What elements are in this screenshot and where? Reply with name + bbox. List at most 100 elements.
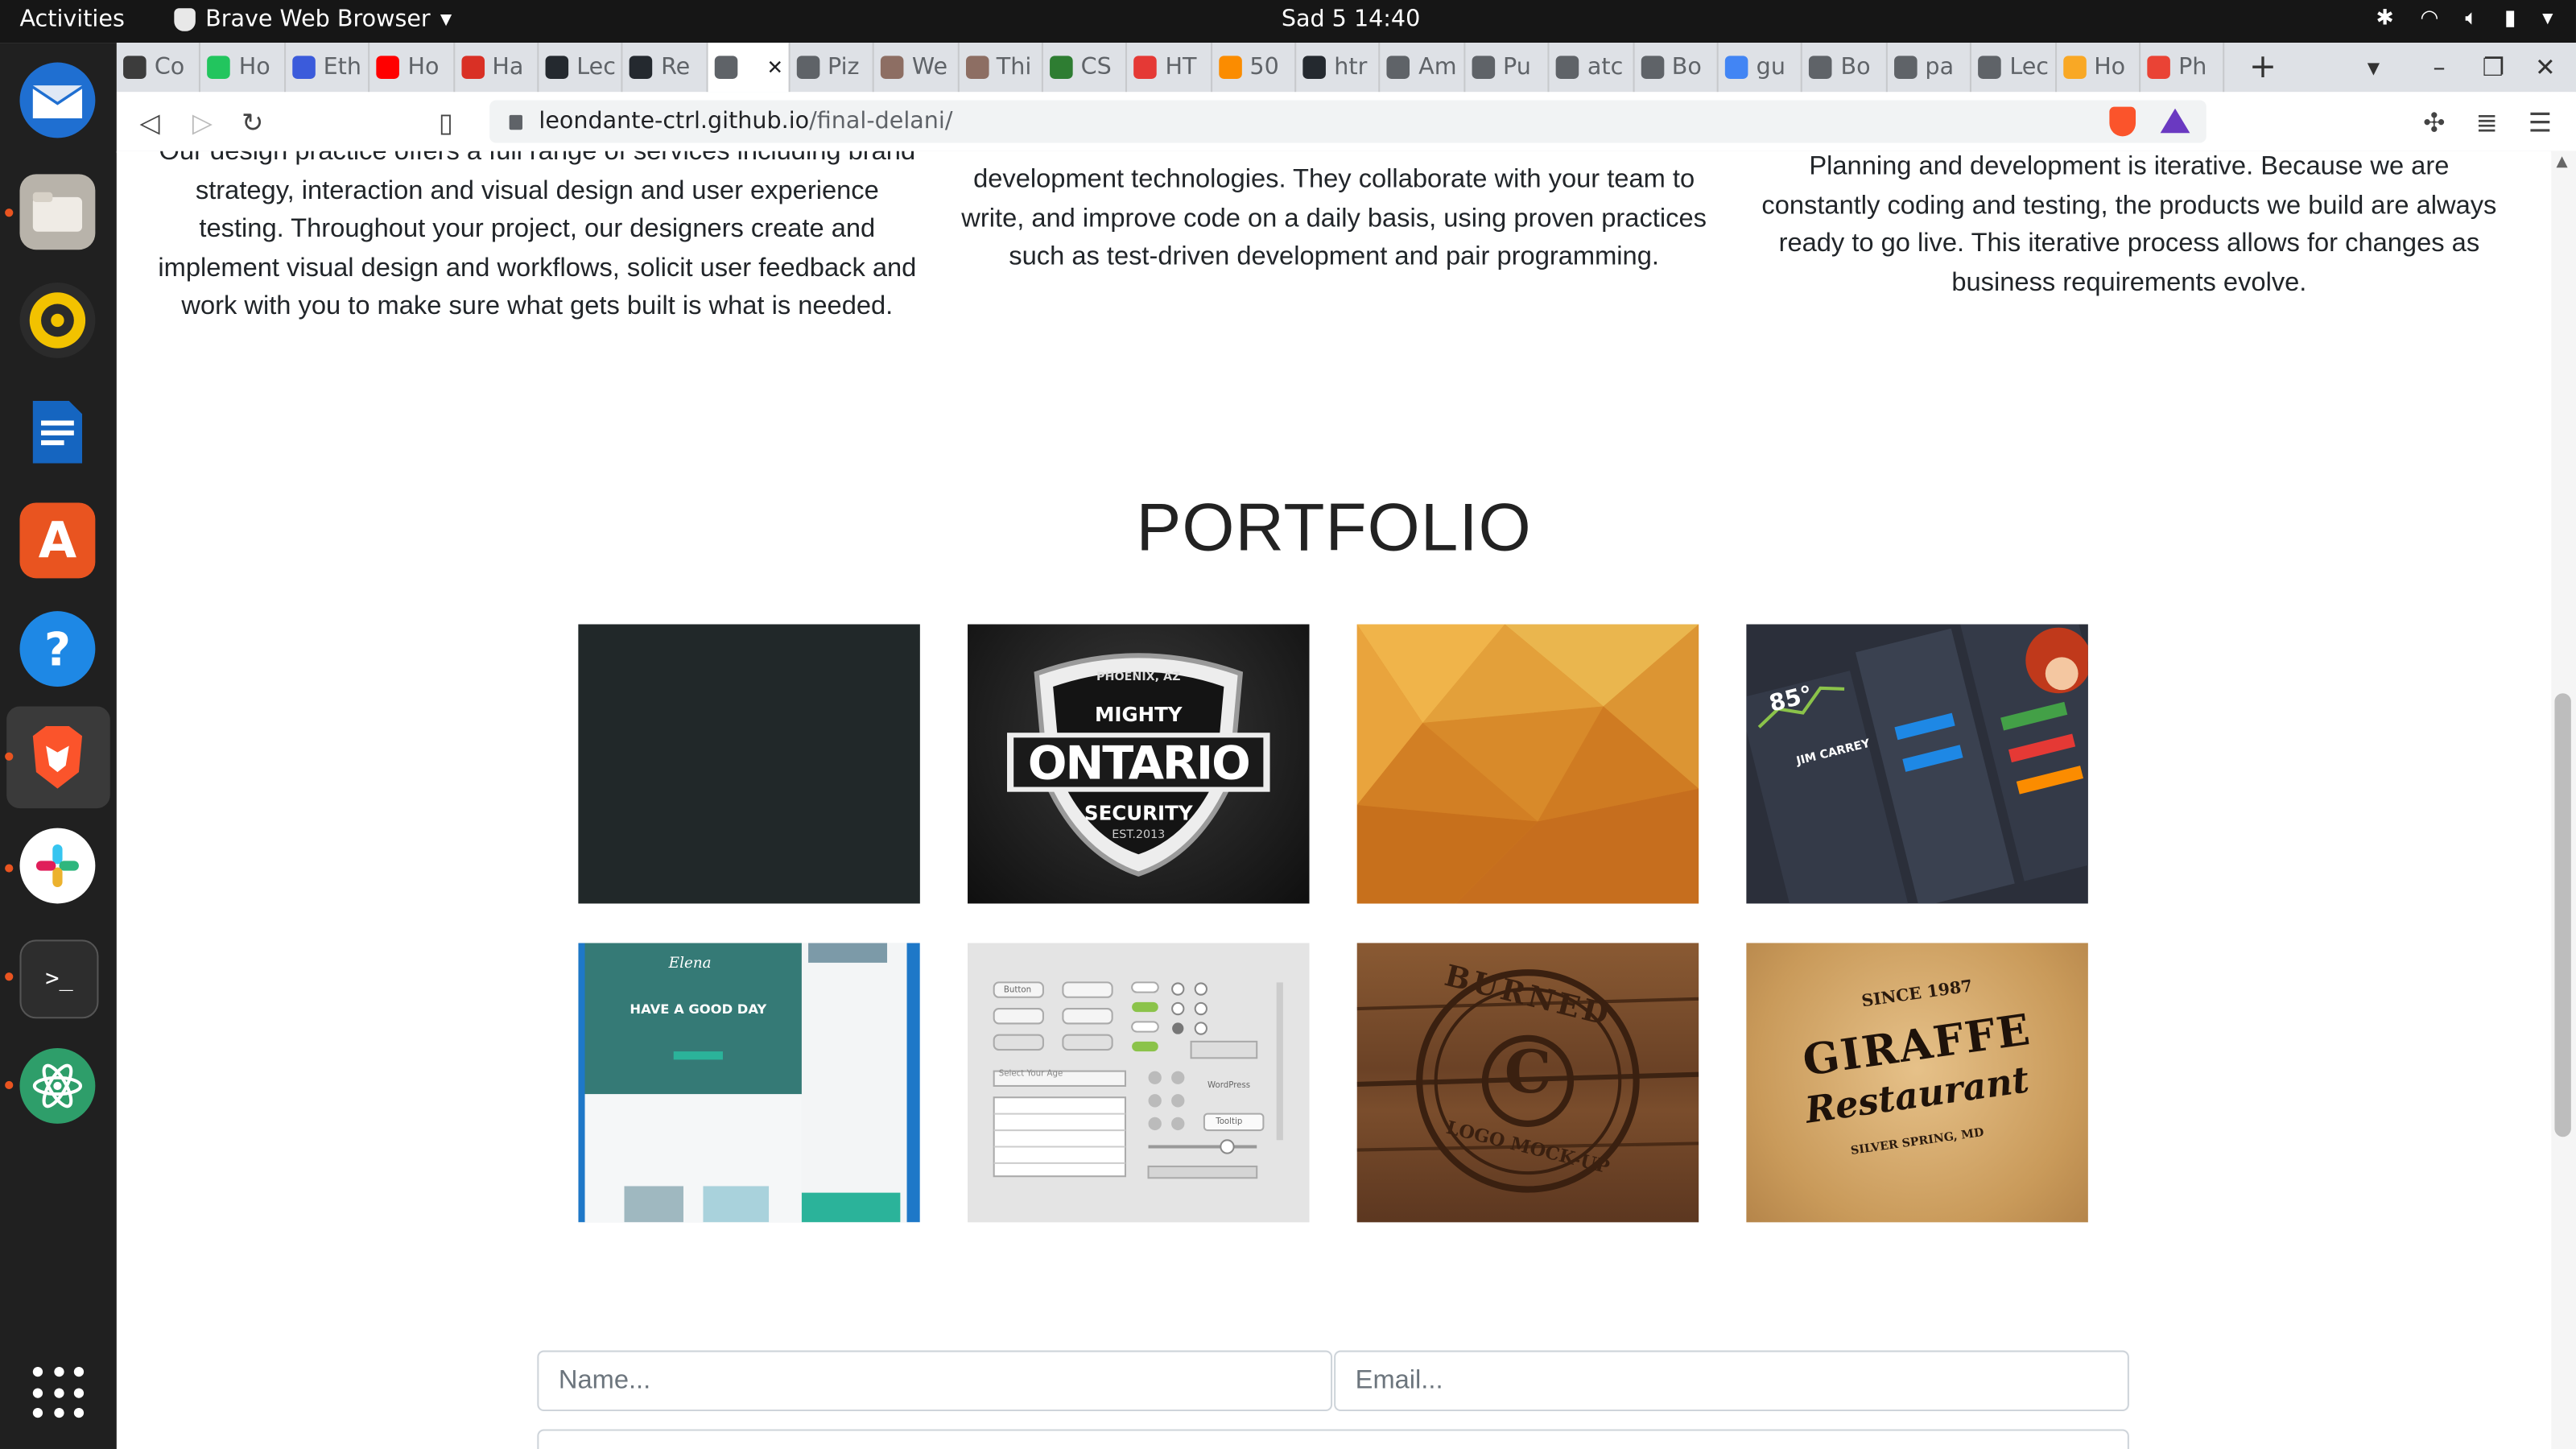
running-indicator <box>5 864 14 873</box>
portfolio-item-dark[interactable] <box>578 624 920 904</box>
browser-tab[interactable]: CS <box>1043 43 1128 93</box>
portfolio-item-ontario[interactable]: PHOENIX, AZ MIGHTY ONTARIO SECURITY EST.… <box>968 624 1310 904</box>
portfolio-item-dashboard[interactable]: 85° JIM CARREY <box>1746 624 2088 904</box>
brave-shields-icon[interactable] <box>2109 106 2136 137</box>
browser-tab[interactable]: Co <box>117 43 201 93</box>
scroll-up-arrow[interactable]: ▲ <box>2556 155 2567 171</box>
running-indicator <box>5 972 14 981</box>
browser-tab[interactable]: Lec <box>1971 43 2057 93</box>
files-icon[interactable] <box>19 174 96 250</box>
tab-search-icon[interactable]: ▾ <box>2368 52 2380 82</box>
browser-tab[interactable]: pa <box>1887 43 1972 93</box>
new-tab-button[interactable]: + <box>2249 46 2277 85</box>
app-menu[interactable]: Brave Web Browser ▾ <box>174 6 452 33</box>
maximize-button[interactable]: ❐ <box>2483 52 2504 82</box>
portfolio-title: PORTFOLIO <box>1136 489 1532 566</box>
forward-button[interactable]: ▷ <box>192 107 213 138</box>
atom-icon[interactable] <box>19 1048 96 1124</box>
browser-tab[interactable]: Pu <box>1465 43 1550 93</box>
tab-label: htr <box>1334 54 1368 80</box>
browser-tab[interactable]: htr <box>1296 43 1381 93</box>
browser-tab[interactable]: atc <box>1550 43 1634 93</box>
writer-icon[interactable] <box>19 394 95 470</box>
tab-favicon-icon <box>714 56 737 79</box>
portfolio-item-giraffe[interactable]: SINCE 1987 GIRAFFE Restaurant SILVER SPR… <box>1746 943 2088 1223</box>
portfolio-item-polygon[interactable] <box>1356 624 1699 904</box>
tab-favicon-icon <box>1893 56 1918 79</box>
menu-icon[interactable]: ☰ <box>2529 107 2552 138</box>
help-icon[interactable]: ? <box>19 611 96 687</box>
browser-tab[interactable]: Ha <box>454 43 539 93</box>
browser-tab[interactable]: Eth <box>286 43 370 93</box>
reload-button[interactable]: ↻ <box>242 107 263 138</box>
browser-tab[interactable]: Piz <box>790 43 874 93</box>
tab-label: Co <box>154 54 185 80</box>
terminal-icon[interactable]: >_ <box>19 939 99 1019</box>
tab-favicon-icon <box>796 56 819 79</box>
email-input[interactable] <box>1334 1350 2129 1412</box>
close-tab-icon[interactable]: ✕ <box>767 56 784 79</box>
back-button[interactable]: ◁ <box>139 107 159 138</box>
brave-rewards-icon[interactable] <box>2160 108 2190 134</box>
portfolio-item-website[interactable]: Elena HAVE A GOOD DAY <box>578 943 920 1223</box>
browser-tab[interactable]: 50 <box>1212 43 1297 93</box>
show-apps-icon[interactable] <box>32 1366 85 1419</box>
browser-tab[interactable]: Ho <box>2056 43 2141 93</box>
brave-dock-icon[interactable] <box>19 720 95 795</box>
bookmark-icon[interactable]: ▯ <box>439 107 453 138</box>
address-bar[interactable]: leondante-ctrl.github.io/final-delani/ <box>489 100 2207 143</box>
browser-tab[interactable]: Am <box>1381 43 1466 93</box>
tab-favicon-icon <box>881 56 904 79</box>
chevron-down-icon: ▾ <box>440 6 452 33</box>
system-tray[interactable]: ✱ ◠ 🔈︎ ▮ ▾ <box>2376 6 2553 31</box>
burned-letter: C <box>1504 1038 1552 1108</box>
rhythmbox-icon[interactable] <box>19 283 96 358</box>
tab-favicon-icon <box>1724 56 1748 79</box>
browser-tab[interactable]: Re <box>623 43 708 93</box>
browser-tab[interactable]: Ho <box>370 43 455 93</box>
activities-button[interactable]: Activities <box>19 6 124 33</box>
portfolio-item-ui-kit[interactable]: Select Your Age WordPress Tooltip Button <box>968 943 1310 1223</box>
portfolio-item-burned[interactable]: BURNED C LOGO MOCK-UP <box>1356 943 1699 1223</box>
service-management-text: Planning and development is iterative. B… <box>1761 152 2497 297</box>
tab-favicon-icon <box>207 56 231 79</box>
name-input[interactable] <box>537 1350 1333 1412</box>
browser-tab[interactable]: Bo <box>1634 43 1719 93</box>
wifi-icon: ◠ <box>2420 6 2439 31</box>
browser-tab[interactable]: HT <box>1128 43 1212 93</box>
tab-favicon-icon <box>1809 56 1833 79</box>
tab-label: Bo <box>1671 54 1702 80</box>
browser-tab[interactable]: gu <box>1719 43 1803 93</box>
browser-tab[interactable]: Lec <box>539 43 624 93</box>
browser-tab[interactable]: Ph <box>2140 43 2226 93</box>
lock-icon <box>509 114 522 130</box>
website-heading: HAVE A GOOD DAY <box>630 1001 767 1018</box>
tab-favicon-icon <box>1978 56 2002 79</box>
ui-kit-art <box>993 981 1283 1179</box>
running-indicator <box>5 208 14 217</box>
browser-tab[interactable]: ✕ <box>708 43 791 93</box>
software-center-icon[interactable]: A <box>19 502 96 579</box>
tab-favicon-icon <box>291 56 316 79</box>
tab-label: Ho <box>238 54 270 80</box>
slack-icon[interactable] <box>19 828 96 904</box>
tab-label: Thi <box>996 54 1032 80</box>
close-window-button[interactable]: ✕ <box>2535 52 2556 82</box>
tab-favicon-icon <box>1556 56 1579 79</box>
tab-label: Piz <box>828 54 860 80</box>
tab-favicon-icon <box>1133 56 1158 79</box>
message-textarea[interactable] <box>537 1429 2129 1449</box>
playlist-icon[interactable]: ≣ <box>2475 107 2497 138</box>
browser-tab[interactable]: Bo <box>1803 43 1888 93</box>
extensions-icon[interactable]: ✣ <box>2423 107 2445 138</box>
browser-tab[interactable]: We <box>874 43 959 93</box>
app-name: Brave Web Browser <box>205 6 431 33</box>
browser-tab[interactable]: Ho <box>201 43 286 93</box>
clock[interactable]: Sad 5 14:40 <box>1282 6 1420 33</box>
browser-tab[interactable]: Thi <box>959 43 1043 93</box>
scrollbar-thumb[interactable] <box>2554 693 2571 1137</box>
tab-favicon-icon <box>376 56 400 79</box>
minimize-button[interactable]: – <box>2433 52 2445 82</box>
thunderbird-icon[interactable] <box>19 62 96 138</box>
url-path: /final-delani/ <box>809 108 953 135</box>
